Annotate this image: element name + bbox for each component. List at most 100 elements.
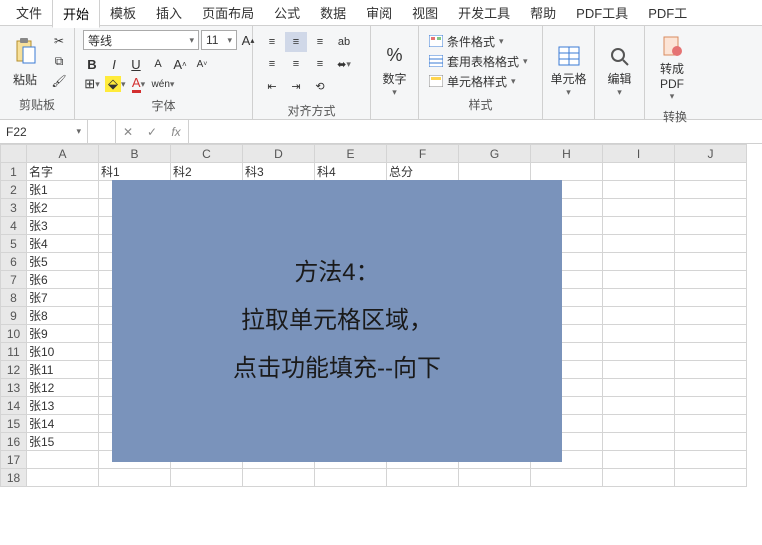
cells-button[interactable]: 单元格 ▾	[547, 38, 590, 102]
align-bottom-button[interactable]: ≡	[309, 32, 331, 52]
cell-A5[interactable]: 张4	[27, 235, 99, 253]
confirm-formula-button[interactable]: ✓	[140, 125, 164, 139]
row-header-18[interactable]: 18	[1, 469, 27, 487]
menu-视图[interactable]: 视图	[402, 0, 448, 26]
menu-帮助[interactable]: 帮助	[520, 0, 566, 26]
cell-A1[interactable]: 名字	[27, 163, 99, 181]
menu-审阅[interactable]: 审阅	[356, 0, 402, 26]
cell-A8[interactable]: 张7	[27, 289, 99, 307]
cell-I16[interactable]	[603, 433, 675, 451]
menu-页面布局[interactable]: 页面布局	[192, 0, 264, 26]
row-header-10[interactable]: 10	[1, 325, 27, 343]
cell-J1[interactable]	[675, 163, 747, 181]
font-size-select[interactable]: 11▾	[201, 30, 237, 50]
cell-I5[interactable]	[603, 235, 675, 253]
name-box[interactable]: F22▾	[0, 120, 88, 143]
cell-C1[interactable]: 科2	[171, 163, 243, 181]
cell-J13[interactable]	[675, 379, 747, 397]
wrap-text-button[interactable]: ab	[333, 32, 355, 52]
cell-E18[interactable]	[315, 469, 387, 487]
menu-插入[interactable]: 插入	[146, 0, 192, 26]
cell-I3[interactable]	[603, 199, 675, 217]
cell-I15[interactable]	[603, 415, 675, 433]
row-header-13[interactable]: 13	[1, 379, 27, 397]
col-header-E[interactable]: E	[315, 145, 387, 163]
row-header-2[interactable]: 2	[1, 181, 27, 199]
align-middle-button[interactable]: ≡	[285, 32, 307, 52]
row-header-8[interactable]: 8	[1, 289, 27, 307]
cell-E1[interactable]: 科4	[315, 163, 387, 181]
cell-A10[interactable]: 张9	[27, 325, 99, 343]
cell-A2[interactable]: 张1	[27, 181, 99, 199]
row-header-12[interactable]: 12	[1, 361, 27, 379]
cell-A3[interactable]: 张2	[27, 199, 99, 217]
cell-I8[interactable]	[603, 289, 675, 307]
cell-A17[interactable]	[27, 451, 99, 469]
row-header-16[interactable]: 16	[1, 433, 27, 451]
row-header-15[interactable]: 15	[1, 415, 27, 433]
format-painter-button[interactable]: 🖌	[48, 72, 70, 90]
align-top-button[interactable]: ≡	[261, 32, 283, 52]
cell-J2[interactable]	[675, 181, 747, 199]
cell-I6[interactable]	[603, 253, 675, 271]
copy-button[interactable]: ⧉	[48, 52, 70, 70]
cell-I18[interactable]	[603, 469, 675, 487]
cell-J18[interactable]	[675, 469, 747, 487]
cell-A9[interactable]: 张8	[27, 307, 99, 325]
cell-F18[interactable]	[387, 469, 459, 487]
paste-button[interactable]: 粘贴	[4, 33, 46, 90]
menu-PDF工具[interactable]: PDF工具	[566, 0, 638, 26]
cell-H18[interactable]	[531, 469, 603, 487]
cell-I7[interactable]	[603, 271, 675, 289]
row-header-4[interactable]: 4	[1, 217, 27, 235]
cell-I1[interactable]	[603, 163, 675, 181]
conditional-format-button[interactable]: 条件格式▾	[429, 33, 528, 50]
cell-J9[interactable]	[675, 307, 747, 325]
cell-A4[interactable]: 张3	[27, 217, 99, 235]
formula-input[interactable]	[189, 120, 762, 143]
cell-J14[interactable]	[675, 397, 747, 415]
menu-PDF工[interactable]: PDF工	[638, 0, 697, 26]
cell-J12[interactable]	[675, 361, 747, 379]
cell-J6[interactable]	[675, 253, 747, 271]
select-all-corner[interactable]	[1, 145, 27, 163]
menu-文件[interactable]: 文件	[6, 0, 52, 26]
menu-开始[interactable]: 开始	[52, 0, 100, 28]
cell-J7[interactable]	[675, 271, 747, 289]
border-button[interactable]: ⊞▾	[83, 75, 101, 93]
cell-A16[interactable]: 张15	[27, 433, 99, 451]
font-color-button[interactable]: A▾	[130, 75, 148, 93]
indent-right-button[interactable]: ⇥	[285, 76, 307, 96]
orientation-button[interactable]: ⟲	[309, 76, 331, 96]
menu-公式[interactable]: 公式	[264, 0, 310, 26]
bold-button[interactable]: B	[83, 55, 101, 73]
menu-模板[interactable]: 模板	[100, 0, 146, 26]
col-header-F[interactable]: F	[387, 145, 459, 163]
row-header-9[interactable]: 9	[1, 307, 27, 325]
cell-I13[interactable]	[603, 379, 675, 397]
cell-J16[interactable]	[675, 433, 747, 451]
menu-数据[interactable]: 数据	[310, 0, 356, 26]
edit-button[interactable]: 编辑 ▾	[599, 38, 640, 102]
row-header-11[interactable]: 11	[1, 343, 27, 361]
cell-A13[interactable]: 张12	[27, 379, 99, 397]
cell-styles-button[interactable]: 单元格样式▾	[429, 73, 528, 90]
cell-B1[interactable]: 科1	[99, 163, 171, 181]
align-right-button[interactable]: ≡	[309, 54, 331, 74]
col-header-J[interactable]: J	[675, 145, 747, 163]
cell-A7[interactable]: 张6	[27, 271, 99, 289]
menu-开发工具[interactable]: 开发工具	[448, 0, 520, 26]
cell-F1[interactable]: 总分	[387, 163, 459, 181]
cell-J4[interactable]	[675, 217, 747, 235]
cut-button[interactable]: ✂	[48, 32, 70, 50]
indent-left-button[interactable]: ⇤	[261, 76, 283, 96]
cell-J15[interactable]	[675, 415, 747, 433]
col-header-H[interactable]: H	[531, 145, 603, 163]
cell-A18[interactable]	[27, 469, 99, 487]
cell-I11[interactable]	[603, 343, 675, 361]
cell-A6[interactable]: 张5	[27, 253, 99, 271]
row-header-17[interactable]: 17	[1, 451, 27, 469]
cell-I14[interactable]	[603, 397, 675, 415]
col-header-G[interactable]: G	[459, 145, 531, 163]
cell-C18[interactable]	[171, 469, 243, 487]
